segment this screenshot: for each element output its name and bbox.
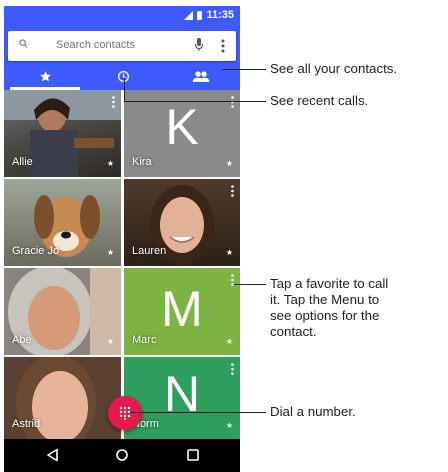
callout-contacts: See all your contacts. [270,61,398,76]
callout-connector-recent [124,78,125,102]
favorite-tile-marc[interactable]: M Marc ★ [124,268,240,355]
callout-line-favorite [234,284,266,285]
search-icon [19,39,28,48]
star-icon: ★ [225,159,233,168]
favorite-tile-kira[interactable]: K Kira ★ [124,90,240,177]
navigation-bar [4,439,240,472]
favorite-menu-icon[interactable] [112,96,115,108]
favorite-tile-lauren[interactable]: Lauren ★ [124,179,240,266]
back-icon[interactable] [46,448,60,462]
favorite-menu-icon[interactable] [231,363,234,375]
star-icon: ★ [106,159,114,168]
favorites-grid: Allie ★ K Kira ★ Gracie Jo ★ Lauren ★ Ab… [4,90,240,439]
tab-recents[interactable] [84,62,162,90]
favorite-name: Astrid [12,418,41,430]
callout-line-recent [124,101,266,102]
clock-icon [117,70,129,82]
favorite-name: Marc [132,334,157,346]
home-icon[interactable] [115,448,129,462]
dialpad-icon [119,406,131,420]
favorite-name: Gracie Jo [12,245,60,257]
favorite-tile-gracie-jo[interactable]: Gracie Jo ★ [4,179,121,266]
callout-line-contacts [222,69,266,70]
overflow-menu-icon[interactable] [221,38,225,54]
tab-bar [4,62,240,90]
star-icon: ★ [225,248,233,257]
favorite-menu-icon[interactable] [231,96,234,108]
status-bar: 11:35 [4,6,240,28]
favorite-tile-astrid[interactable]: Astrid [4,357,121,439]
star-icon [39,70,51,81]
tab-favorites[interactable] [6,62,84,90]
tab-contacts[interactable] [162,62,240,90]
star-icon: ★ [106,248,114,257]
favorite-menu-icon[interactable] [231,185,234,197]
search-input[interactable]: Search contacts [56,39,135,51]
people-icon [192,70,210,82]
callout-dial: Dial a number. [270,404,356,419]
battery-icon [197,10,203,20]
recent-apps-icon[interactable] [186,448,200,462]
status-time: 11:35 [206,9,234,21]
favorite-tile-norm[interactable]: N Norm ★ [124,357,240,439]
favorite-tile-allie[interactable]: Allie ★ [4,90,121,177]
favorite-tile-abe[interactable]: Abe ★ [4,268,121,355]
contact-initial: K [165,99,199,155]
favorite-name: Allie [12,156,33,168]
favorite-name: Kira [132,156,152,168]
favorite-name: Abe [12,334,32,346]
star-icon: ★ [225,337,233,346]
signal-icon [184,10,194,20]
star-icon: ★ [106,337,114,346]
search-bar[interactable]: Search contacts [8,31,236,61]
star-icon: ★ [225,421,233,430]
callout-recent: See recent calls. [270,93,369,108]
favorite-name: Lauren [132,245,167,257]
dialpad-button[interactable] [108,396,142,430]
callout-line-dial [130,412,266,413]
mic-icon[interactable] [194,37,204,53]
contact-initial: M [161,281,203,337]
callout-favorite: Tap a favorite to call it. Tap the Menu … [270,276,389,339]
phone-screen: 11:35 Search contacts Allie ★ K Kira ★ G… [4,6,240,472]
